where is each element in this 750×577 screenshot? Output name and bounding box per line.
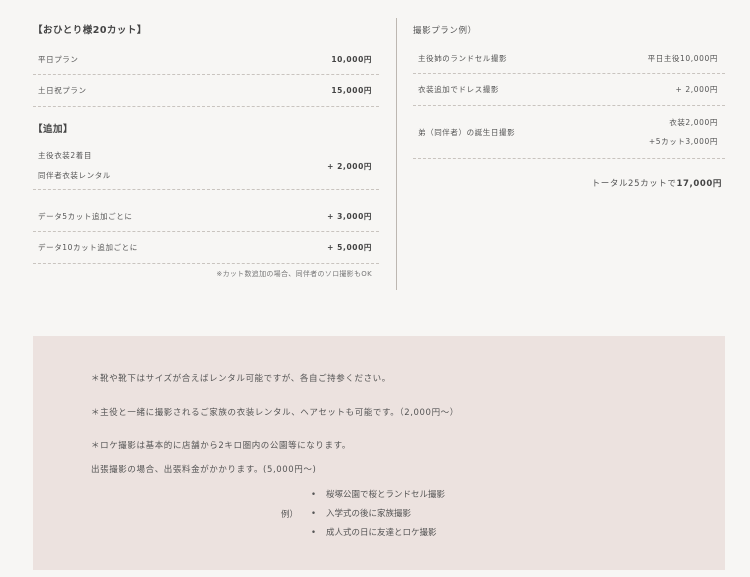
- addon-row-costume: 主役衣装2着目 同伴者衣装レンタル + 2,000円: [33, 143, 379, 190]
- example-price: + 2,000円: [675, 85, 718, 94]
- example-price: 平日主役10,000円: [647, 54, 718, 63]
- info-line-location: ＊ロケ撮影は基本的に店舗から2キロ圏内の公園等になります。: [91, 441, 351, 451]
- plan-row-weekday: 平日プラン 10,000円: [33, 44, 379, 75]
- example-total: トータル25カットで17,000円: [413, 177, 725, 189]
- examples-list: 桜塚公園で桜とランドセル撮影 入学式の後に家族撮影 成人式の日に友達とロケ撮影: [311, 486, 445, 543]
- addon-row-10cut: データ10カット追加ごとに + 5,000円: [33, 232, 379, 264]
- total-prefix: トータル25カットで: [591, 179, 677, 189]
- plan-label: 平日プラン: [38, 54, 79, 64]
- total-value: 17,000円: [676, 179, 722, 189]
- example-label: 主役姉のランドセル撮影: [418, 54, 508, 63]
- plan-price: 10,000円: [331, 54, 372, 64]
- addon-row-5cut: データ5カット追加ごとに + 3,000円: [33, 190, 379, 232]
- info-line-shoes: ＊靴や靴下はサイズが合えばレンタル可能ですが、各自ご持参ください。: [91, 374, 391, 384]
- info-box: ＊靴や靴下はサイズが合えばレンタル可能ですが、各自ご持参ください。 ＊主役と一緒…: [33, 336, 725, 570]
- list-item: 入学式の後に家族撮影: [311, 505, 445, 524]
- addon-note: ※カット数追加の場合、同伴者のソロ撮影もOK: [216, 270, 372, 278]
- section-title-solo: 【おひとり様20カット】: [33, 25, 147, 36]
- example-label: 弟（同伴者）の誕生日撮影: [418, 127, 516, 137]
- info-line-travel: 出張撮影の場合、出張料金がかかります。(5,000円〜): [91, 465, 317, 475]
- example-row-birthday: 弟（同伴者）の誕生日撮影 衣装2,000円 +5カット3,000円: [413, 106, 725, 159]
- addon-price: + 5,000円: [327, 243, 372, 252]
- example-price-line2: +5カット3,000円: [648, 137, 718, 146]
- example-row-dress: 衣装追加でドレス撮影 + 2,000円: [413, 74, 725, 106]
- addon-label: データ10カット追加ごとに: [38, 243, 138, 252]
- plan-row-weekend: 土日祝プラン 15,000円: [33, 75, 379, 107]
- info-line-family: ＊主役と一緒に撮影されるご家族の衣装レンタル、ヘアセットも可能です。（2,000…: [91, 408, 459, 418]
- examples-label: 例）: [281, 510, 299, 520]
- example-price-line1: 衣装2,000円: [669, 118, 718, 127]
- addon-line2: 同伴者衣装レンタル: [38, 171, 111, 180]
- pricing-left-column: 【おひとり様20カット】 平日プラン 10,000円 土日祝プラン 15,000…: [33, 18, 379, 279]
- list-item: 桜塚公園で桜とランドセル撮影: [311, 486, 445, 505]
- example-label: 衣装追加でドレス撮影: [418, 85, 499, 94]
- section-title-addons: 【追加】: [33, 124, 74, 135]
- plan-price: 15,000円: [331, 86, 372, 95]
- example-plan-title: 撮影プラン例）: [413, 26, 477, 36]
- addon-label: 主役衣装2着目 同伴者衣装レンタル: [33, 146, 111, 186]
- addon-label: データ5カット追加ごとに: [38, 211, 133, 221]
- column-divider: [396, 18, 397, 290]
- addon-line1: 主役衣装2着目: [38, 151, 92, 160]
- plan-label: 土日祝プラン: [38, 86, 87, 95]
- addon-price: + 2,000円: [327, 161, 372, 171]
- addon-price: + 3,000円: [327, 211, 372, 221]
- example-plan-column: 撮影プラン例） 主役姉のランドセル撮影 平日主役10,000円 衣装追加でドレス…: [413, 18, 725, 189]
- list-item: 成人式の日に友達とロケ撮影: [311, 524, 445, 543]
- example-price: 衣装2,000円 +5カット3,000円: [649, 113, 725, 151]
- example-row-randoseru: 主役姉のランドセル撮影 平日主役10,000円: [413, 44, 725, 74]
